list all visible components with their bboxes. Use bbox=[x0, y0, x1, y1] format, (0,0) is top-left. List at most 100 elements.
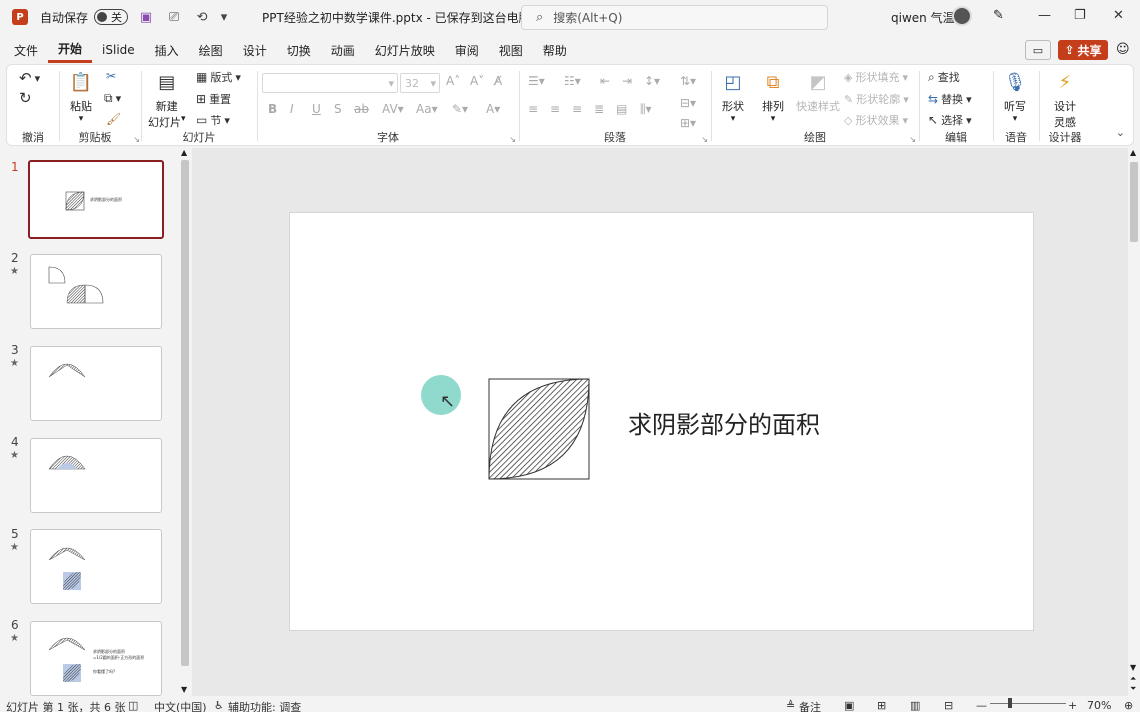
distributed-icon[interactable]: ▤ bbox=[616, 102, 627, 116]
document-title[interactable]: PPT经验之初中数学课件.pptx - 已保存到这台电脑 bbox=[262, 9, 531, 26]
shape-outline-button[interactable]: ✎ 形状轮廓 ▾ bbox=[844, 91, 909, 107]
notes-button[interactable]: 备注 bbox=[799, 699, 821, 712]
columns-icon[interactable]: ⫼▾ bbox=[640, 102, 652, 117]
highlight-icon[interactable]: ✎▾ bbox=[452, 102, 468, 116]
slide-thumbnail-2[interactable] bbox=[30, 254, 162, 329]
scrollbar-thumb[interactable] bbox=[1130, 162, 1138, 242]
align-right-icon[interactable]: ≡ bbox=[572, 102, 582, 116]
char-spacing-icon[interactable]: AV▾ bbox=[382, 102, 404, 116]
tab-animations[interactable]: 动画 bbox=[321, 37, 365, 63]
section-button[interactable]: ▭ 节 ▾ bbox=[196, 112, 230, 128]
replace-button[interactable]: ⇆ 替换 ▾ bbox=[928, 91, 972, 107]
shape-fill-button[interactable]: ◈ 形状填充 ▾ bbox=[844, 69, 908, 85]
align-text-icon[interactable]: ⊟▾ bbox=[680, 96, 696, 110]
share-button[interactable]: ⇪ 共享 bbox=[1058, 40, 1108, 60]
tab-design[interactable]: 设计 bbox=[233, 37, 277, 63]
font-name-field[interactable]: ▾ bbox=[262, 73, 398, 93]
justify-icon[interactable]: ≣ bbox=[594, 102, 604, 116]
align-left-icon[interactable]: ≡ bbox=[528, 102, 538, 116]
select-button[interactable]: ↖ 选择 ▾ bbox=[928, 112, 972, 128]
search-box[interactable]: ⌕ 搜索(Alt+Q) bbox=[521, 5, 828, 30]
text-direction-icon[interactable]: ⇅▾ bbox=[680, 74, 696, 88]
layout-button[interactable]: ▦ 版式 ▾ bbox=[196, 69, 241, 85]
redo-button[interactable]: ↻ bbox=[19, 89, 32, 107]
tab-draw[interactable]: 绘图 bbox=[189, 37, 233, 63]
undo-button[interactable]: ↶ ▾ bbox=[19, 69, 40, 87]
zoom-slider[interactable] bbox=[990, 703, 1066, 704]
decrease-indent-icon[interactable]: ⇤ bbox=[600, 74, 610, 88]
current-slide[interactable]: 求阴影部分的面积 ↖ bbox=[289, 212, 1034, 631]
zoom-slider-thumb[interactable] bbox=[1008, 698, 1012, 708]
present-from-start-icon[interactable]: ⎚ bbox=[164, 7, 184, 27]
accessibility-status[interactable]: 辅助功能: 调查 bbox=[228, 699, 301, 712]
italic-icon[interactable]: I bbox=[290, 102, 294, 116]
slide-thumbnail-3[interactable] bbox=[30, 346, 162, 421]
copy-button[interactable]: ⧉ ▾ bbox=[104, 91, 121, 106]
quick-styles-button[interactable]: ◩ 快速样式 bbox=[796, 69, 840, 114]
paragraph-launcher-icon[interactable]: ↘ bbox=[701, 135, 708, 144]
design-ideas-button[interactable]: ⚡ 设计 灵感 bbox=[1052, 69, 1078, 130]
arrange-button[interactable]: ⧉ 排列 ▾ bbox=[760, 69, 786, 125]
cut-button[interactable]: ✂ bbox=[106, 69, 116, 83]
scroll-down-arrow-icon[interactable]: ▼ bbox=[181, 685, 187, 694]
collapse-ribbon-icon[interactable]: ⌄ bbox=[1116, 126, 1125, 139]
restore-icon[interactable]: ❐ bbox=[1074, 8, 1086, 23]
bullets-icon[interactable]: ☰▾ bbox=[528, 74, 545, 88]
scroll-up-arrow-icon[interactable]: ▲ bbox=[1130, 148, 1136, 157]
close-icon[interactable]: ✕ bbox=[1113, 8, 1124, 23]
feedback-smiley-icon[interactable]: ☺ bbox=[1116, 42, 1130, 57]
change-case-icon[interactable]: Aa▾ bbox=[416, 102, 438, 116]
minimize-icon[interactable]: — bbox=[1038, 8, 1051, 23]
prev-slide-icon[interactable]: ⏶ bbox=[1130, 674, 1136, 684]
drawing-launcher-icon[interactable]: ↘ bbox=[909, 135, 916, 144]
tab-slideshow[interactable]: 幻灯片放映 bbox=[365, 37, 445, 63]
shape-effects-button[interactable]: ◇ 形状效果 ▾ bbox=[844, 112, 908, 128]
format-painter-button[interactable]: 🖌 bbox=[106, 112, 121, 126]
clipboard-launcher-icon[interactable]: ↘ bbox=[133, 135, 140, 144]
clear-formatting-icon[interactable]: A̸ bbox=[494, 74, 502, 88]
tab-home[interactable]: 开始 bbox=[48, 37, 93, 63]
zoom-out-icon[interactable]: — bbox=[976, 699, 987, 712]
user-name[interactable]: qiwen 气温 bbox=[891, 9, 955, 26]
shapes-button[interactable]: ◰ 形状 ▾ bbox=[720, 69, 746, 125]
font-launcher-icon[interactable]: ↘ bbox=[509, 135, 516, 144]
smartart-icon[interactable]: ⊞▾ bbox=[680, 116, 696, 130]
language-indicator[interactable]: 中文(中国) bbox=[154, 699, 207, 712]
bold-icon[interactable]: B bbox=[268, 102, 277, 116]
scrollbar-thumb[interactable] bbox=[181, 160, 189, 666]
font-color-icon[interactable]: A▾ bbox=[486, 102, 500, 116]
thumbnail-scrollbar[interactable]: ▲ ▼ bbox=[179, 148, 191, 696]
tab-view[interactable]: 视图 bbox=[489, 37, 533, 63]
line-spacing-icon[interactable]: ↕▾ bbox=[644, 74, 660, 88]
find-button[interactable]: ⌕ 查找 bbox=[928, 69, 960, 85]
strikethrough-icon[interactable]: ab bbox=[354, 102, 369, 116]
slide-thumbnail-1[interactable]: 求阴影部分的面积 bbox=[28, 160, 164, 239]
new-slide-button[interactable]: ▤ 新建 幻灯片 ▾ bbox=[148, 69, 186, 130]
editor-scrollbar[interactable]: ▲ ▼ ⏶ ⏷ bbox=[1128, 148, 1140, 696]
underline-icon[interactable]: U bbox=[312, 102, 321, 116]
tab-insert[interactable]: 插入 bbox=[145, 37, 189, 63]
align-center-icon[interactable]: ≡ bbox=[550, 102, 560, 116]
slide-thumbnail-6[interactable]: 求阴影部分的面积 =1/2圆的面积-正方形的面积 你看懂了吗? bbox=[30, 621, 162, 696]
comments-button[interactable]: ▭ bbox=[1025, 40, 1051, 60]
autosave-toggle[interactable]: 关 bbox=[94, 9, 129, 25]
numbering-icon[interactable]: ☷▾ bbox=[564, 74, 581, 88]
reset-button[interactable]: ⊞ 重置 bbox=[196, 91, 231, 107]
save-icon[interactable]: ▣ bbox=[136, 7, 156, 27]
increase-font-icon[interactable]: A˄ bbox=[446, 74, 460, 88]
fit-to-window-icon[interactable]: ⊕ bbox=[1124, 699, 1133, 712]
avatar[interactable] bbox=[952, 6, 972, 26]
increase-indent-icon[interactable]: ⇥ bbox=[622, 74, 632, 88]
pen-icon[interactable]: ✎ bbox=[993, 8, 1004, 23]
scroll-down-arrow-icon[interactable]: ▼ bbox=[1130, 663, 1136, 672]
tab-review[interactable]: 审阅 bbox=[445, 37, 489, 63]
next-slide-icon[interactable]: ⏷ bbox=[1130, 684, 1136, 694]
tab-file[interactable]: 文件 bbox=[4, 37, 48, 63]
paste-button[interactable]: 📋 粘贴 ▾ bbox=[68, 69, 94, 125]
slide-thumbnail-5[interactable] bbox=[30, 529, 162, 604]
zoom-in-icon[interactable]: + bbox=[1068, 699, 1077, 712]
customize-quick-access-icon[interactable]: ▾ bbox=[214, 7, 234, 27]
tab-transitions[interactable]: 切换 bbox=[277, 37, 321, 63]
font-size-field[interactable]: 32 ▾ bbox=[400, 73, 440, 93]
slide-sorter-icon[interactable]: ⊞ bbox=[877, 699, 886, 712]
